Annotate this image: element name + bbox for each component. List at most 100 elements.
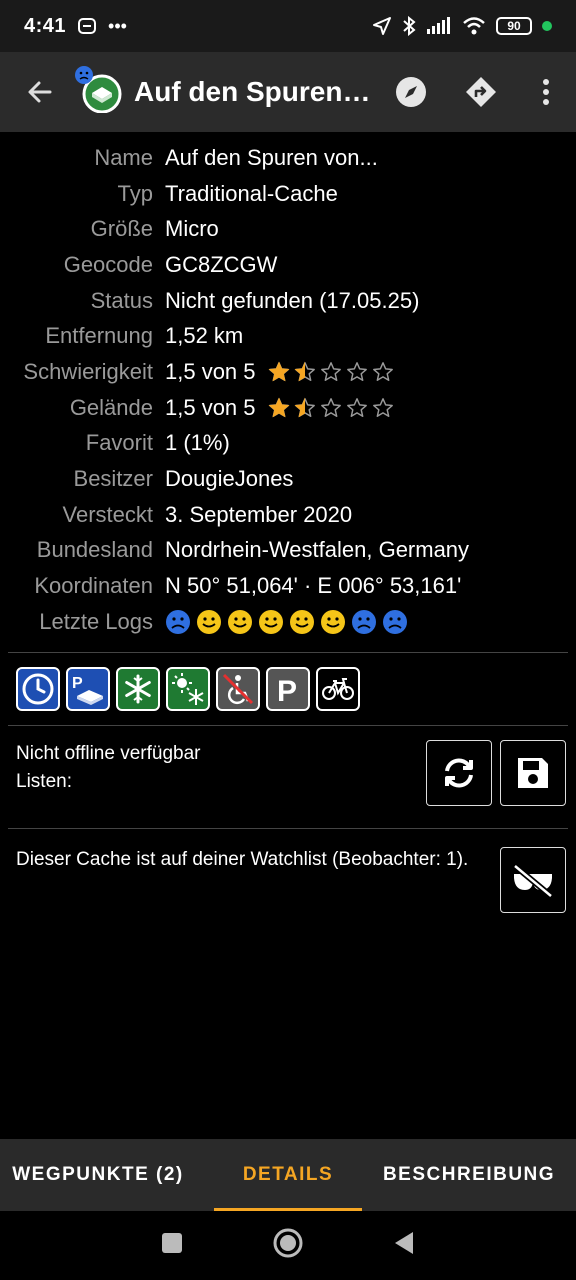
star-empty-icon: [346, 397, 367, 417]
unwatch-button[interactable]: [500, 846, 566, 913]
found-log-smiley-icon: [259, 609, 283, 634]
detail-value: Auf den Spuren von...: [165, 144, 378, 170]
star-empty-icon: [346, 362, 367, 381]
star-empty-icon: [372, 397, 393, 417]
detail-row-owner[interactable]: Besitzer DougieJones: [0, 461, 576, 497]
triangle-back-icon: [395, 1232, 413, 1254]
detail-label: Favorit: [85, 430, 153, 456]
bicycle-icon[interactable]: [316, 666, 360, 711]
available-24h-icon[interactable]: [16, 666, 60, 711]
lists-label: Listen:: [16, 770, 72, 792]
no-wheelchair-icon[interactable]: [216, 666, 260, 711]
tab-details[interactable]: DETAILS: [214, 1139, 362, 1211]
arrow-back-icon: [28, 81, 52, 103]
detail-row-hidden: Versteckt 3. September 2020: [0, 497, 576, 533]
detail-row-terrain: Gelände 1,5 von 5: [0, 390, 576, 426]
winter-icon[interactable]: [116, 666, 160, 711]
not-found-log-sad-icon: [166, 609, 190, 634]
detail-label: Typ: [117, 180, 153, 206]
seasonal-icon[interactable]: [166, 666, 210, 711]
status-time: 4:41: [24, 14, 67, 37]
star-full-icon: [268, 397, 290, 418]
found-log-smiley-icon: [197, 609, 221, 634]
detail-value: Nicht gefunden (17.05.25): [165, 287, 420, 313]
tab-bar: WEGPUNKTE (2) DETAILS BESCHREIBUNG: [0, 1139, 576, 1211]
detail-label: Besitzer: [73, 466, 153, 492]
detail-row-coordinates[interactable]: Koordinaten N 50° 51,064' · E 006° 53,161…: [0, 568, 576, 604]
attributes-bar[interactable]: P P: [0, 653, 576, 725]
home-button[interactable]: [273, 1228, 303, 1263]
bluetooth-icon: [403, 16, 416, 36]
app-bar: Auf den Spuren…: [0, 52, 576, 132]
star-half-icon: [294, 361, 315, 382]
not-found-log-sad-icon: [383, 609, 407, 634]
wifi-icon: [463, 17, 485, 35]
found-log-smiley-icon: [290, 609, 314, 634]
tab-description[interactable]: BESCHREIBUNG: [362, 1139, 576, 1211]
offline-section: Nicht offline verfügbar Listen:: [0, 726, 576, 828]
battery-icon: 90: [496, 17, 532, 35]
notification-app-icon: [78, 18, 97, 34]
found-log-smiley-icon: [228, 609, 252, 634]
latest-logs[interactable]: [165, 609, 408, 635]
tab-label: WEGPUNKTE (2): [12, 1164, 184, 1185]
offline-status-text: Nicht offline verfügbar: [16, 742, 201, 764]
detail-value: DougieJones: [165, 466, 294, 492]
watchlist-section: Dieser Cache ist auf deiner Watchlist (B…: [0, 829, 576, 927]
detail-label: Status: [90, 287, 153, 313]
detail-value: 1,52 km: [165, 323, 244, 349]
detail-label: Bundesland: [36, 537, 153, 563]
save-offline-button[interactable]: [500, 739, 566, 806]
square-icon: [162, 1233, 182, 1253]
detail-label: Geocode: [63, 251, 153, 277]
not-found-log-sad-icon: [352, 609, 376, 634]
detail-value: GC8ZCGW: [165, 251, 278, 277]
detail-value: Micro: [165, 216, 219, 242]
detail-label: Versteckt: [62, 501, 153, 527]
refresh-button[interactable]: [426, 739, 492, 806]
detail-row-geocode[interactable]: Geocode GC8ZCGW: [0, 247, 576, 283]
difficulty-stars: [268, 361, 394, 383]
details-content: Name Auf den Spuren von... Typ Traditional…: [0, 140, 576, 927]
detail-row-name: Name Auf den Spuren von...: [0, 140, 576, 176]
detail-label: Koordinaten: [34, 573, 153, 599]
detail-label: Letzte Logs: [39, 608, 153, 634]
detail-row-type: Typ Traditional-Cache: [0, 176, 576, 212]
location-icon: [373, 17, 391, 35]
detail-value: 3. September 2020: [165, 501, 353, 527]
detail-value: N 50° 51,064' · E 006° 53,161': [165, 573, 462, 599]
detail-label: Entfernung: [45, 323, 153, 349]
recents-button[interactable]: [161, 1232, 183, 1259]
more-vert-icon: [543, 79, 549, 105]
overflow-menu-button[interactable]: [516, 78, 576, 106]
directions-icon: [466, 77, 496, 107]
privacy-indicator-icon: [542, 21, 552, 31]
detail-row-favorite: Favorit 1 (1%): [0, 426, 576, 462]
parking-log-icon[interactable]: P: [66, 666, 110, 711]
refresh-icon: [445, 758, 473, 788]
found-log-smiley-icon: [321, 609, 345, 634]
star-empty-icon: [320, 397, 341, 417]
navigate-button[interactable]: [446, 76, 516, 108]
svg-text:P: P: [277, 675, 297, 706]
detail-label: Größe: [90, 216, 153, 242]
status-bar: 4:41 ••• 90: [0, 0, 576, 52]
compass-button[interactable]: [376, 76, 446, 108]
tab-waypoints[interactable]: WEGPUNKTE (2): [0, 1139, 196, 1211]
save-icon: [518, 757, 548, 788]
tab-label: BESCHREIBUNG: [382, 1164, 556, 1185]
more-notifications-icon: •••: [108, 15, 127, 36]
detail-row-latest-logs: Letzte Logs: [0, 604, 576, 640]
back-button[interactable]: [0, 78, 80, 106]
detail-row-size: Größe Micro: [0, 211, 576, 247]
detail-row-difficulty: Schwierigkeit 1,5 von 5: [0, 354, 576, 390]
circle-icon: [273, 1228, 303, 1258]
cache-type-icon: [75, 66, 122, 114]
detail-value: Nordrhein-Westfalen, Germany: [165, 537, 470, 563]
detail-row-status: Status Nicht gefunden (17.05.25): [0, 283, 576, 319]
back-nav-button[interactable]: [393, 1231, 415, 1260]
parking-icon[interactable]: P: [266, 666, 310, 711]
star-half-icon: [294, 397, 315, 418]
system-nav-bar: [0, 1211, 576, 1280]
star-empty-icon: [320, 362, 341, 381]
